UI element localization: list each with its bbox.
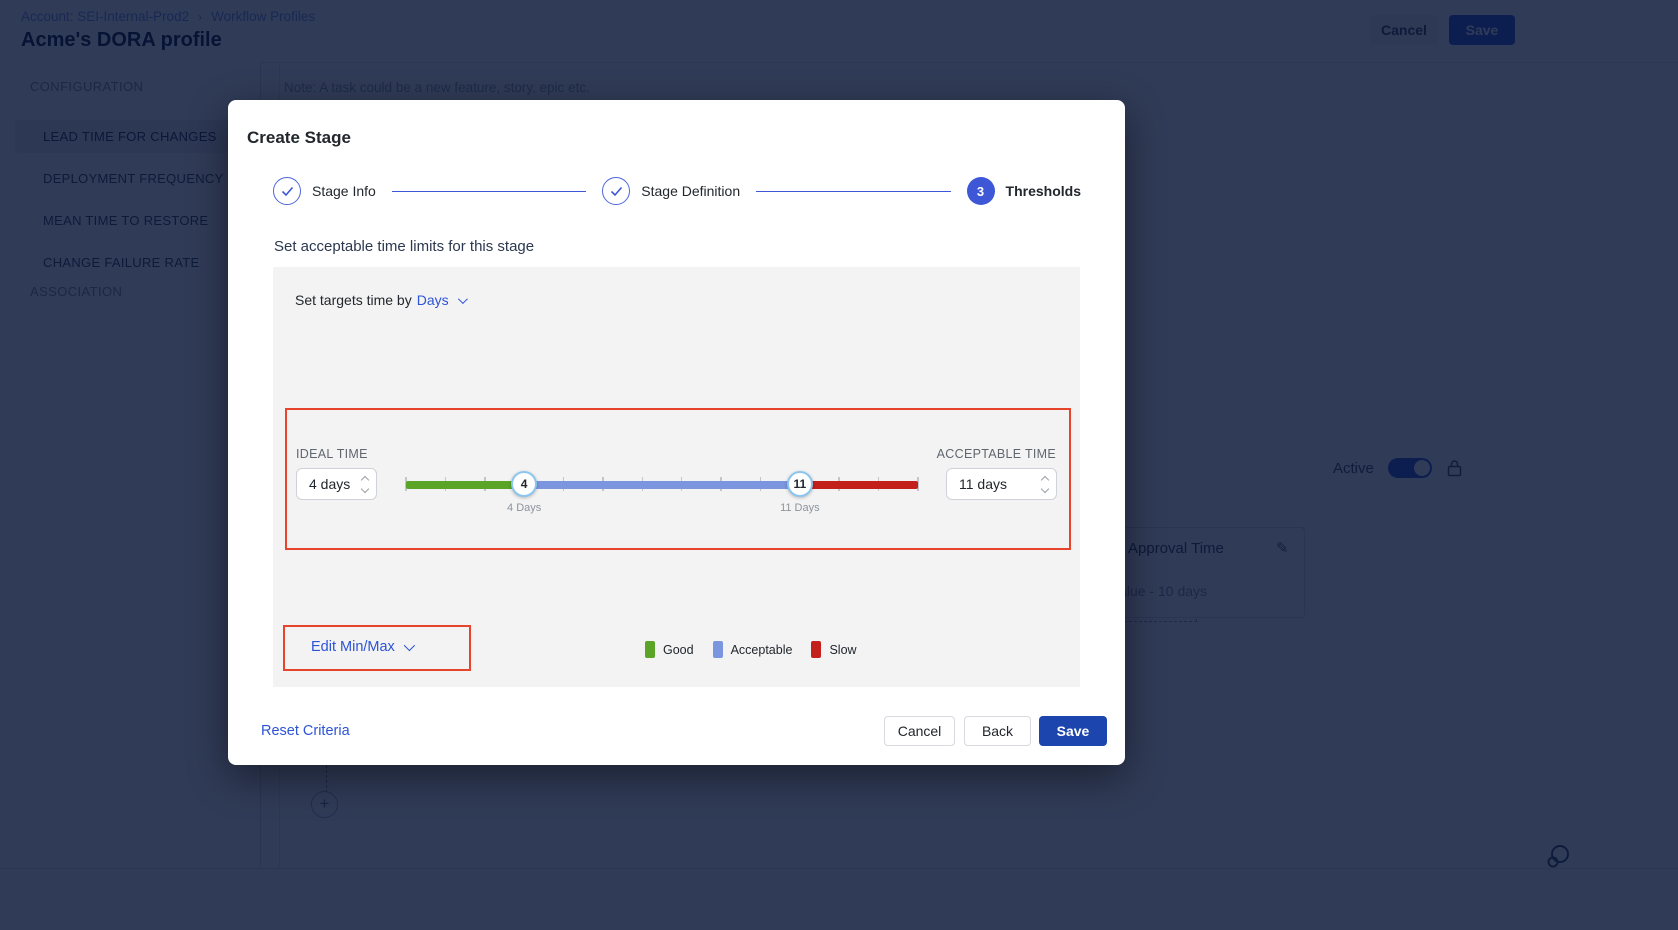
legend-item: Slow bbox=[811, 641, 856, 658]
legend-item: Acceptable bbox=[713, 641, 793, 658]
stepper-down-icon[interactable] bbox=[361, 484, 369, 492]
slider-segment-acceptable bbox=[524, 481, 800, 489]
modal-title: Create Stage bbox=[247, 128, 351, 148]
modal-back-button[interactable]: Back bbox=[964, 716, 1031, 746]
acceptable-time-stepper[interactable] bbox=[1042, 477, 1048, 492]
threshold-slider[interactable]: 4 11 4 Days 11 Days bbox=[406, 471, 918, 519]
ideal-caption: 4 Days bbox=[507, 502, 541, 514]
modal-subtitle: Set acceptable time limits for this stag… bbox=[274, 238, 534, 255]
thresholds-panel: Set targets time by Days IDEAL TIME 4 da… bbox=[273, 267, 1080, 687]
legend-swatch bbox=[811, 641, 821, 658]
ideal-time-stepper[interactable] bbox=[362, 477, 368, 492]
acceptable-caption: 11 Days bbox=[780, 502, 820, 514]
legend-label: Good bbox=[663, 643, 694, 657]
step-3-number-badge[interactable]: 3 bbox=[967, 177, 995, 205]
acceptable-time-value: 11 days bbox=[959, 476, 1036, 492]
stepper-down-icon[interactable] bbox=[1041, 484, 1049, 492]
step-2-label[interactable]: Stage Definition bbox=[641, 183, 740, 199]
create-stage-modal: Create Stage Stage Info Stage Definition… bbox=[228, 100, 1125, 765]
legend-item: Good bbox=[645, 641, 694, 658]
modal-cancel-button[interactable]: Cancel bbox=[884, 716, 955, 746]
stepper: Stage Info Stage Definition 3 Thresholds bbox=[273, 177, 1081, 205]
legend-swatch bbox=[645, 641, 655, 658]
edit-minmax-label: Edit Min/Max bbox=[311, 639, 395, 655]
acceptable-slider-handle[interactable]: 11 bbox=[787, 471, 813, 497]
chevron-down-icon bbox=[458, 294, 468, 304]
ideal-time-input[interactable]: 4 days bbox=[296, 468, 377, 500]
stepper-up-icon[interactable] bbox=[1041, 475, 1049, 483]
step-1-label[interactable]: Stage Info bbox=[312, 183, 376, 199]
ideal-time-label: IDEAL TIME bbox=[296, 447, 368, 461]
slider-segment-good bbox=[406, 481, 524, 489]
legend-swatch bbox=[713, 641, 723, 658]
step-3-label[interactable]: Thresholds bbox=[1006, 183, 1081, 199]
step-connector bbox=[392, 191, 586, 192]
ideal-slider-handle[interactable]: 4 bbox=[511, 471, 537, 497]
slider-segment-slow bbox=[800, 481, 918, 489]
legend: Good Acceptable Slow bbox=[645, 641, 857, 658]
stepper-up-icon[interactable] bbox=[361, 475, 369, 483]
edit-minmax-button[interactable]: Edit Min/Max bbox=[311, 639, 412, 655]
acceptable-time-input[interactable]: 11 days bbox=[946, 468, 1057, 500]
modal-save-button[interactable]: Save bbox=[1039, 716, 1107, 746]
acceptable-time-label: ACCEPTABLE TIME bbox=[937, 447, 1056, 461]
target-time-row: Set targets time by Days bbox=[295, 292, 465, 308]
legend-label: Acceptable bbox=[731, 643, 793, 657]
legend-label: Slow bbox=[829, 643, 856, 657]
step-1-check-icon[interactable] bbox=[273, 177, 301, 205]
chevron-down-icon bbox=[404, 640, 415, 651]
target-unit-dropdown[interactable]: Days bbox=[417, 292, 449, 308]
target-time-label: Set targets time by bbox=[295, 292, 412, 308]
step-2-check-icon[interactable] bbox=[602, 177, 630, 205]
step-connector bbox=[756, 191, 950, 192]
ideal-time-value: 4 days bbox=[309, 476, 356, 492]
reset-criteria-link[interactable]: Reset Criteria bbox=[261, 723, 350, 739]
